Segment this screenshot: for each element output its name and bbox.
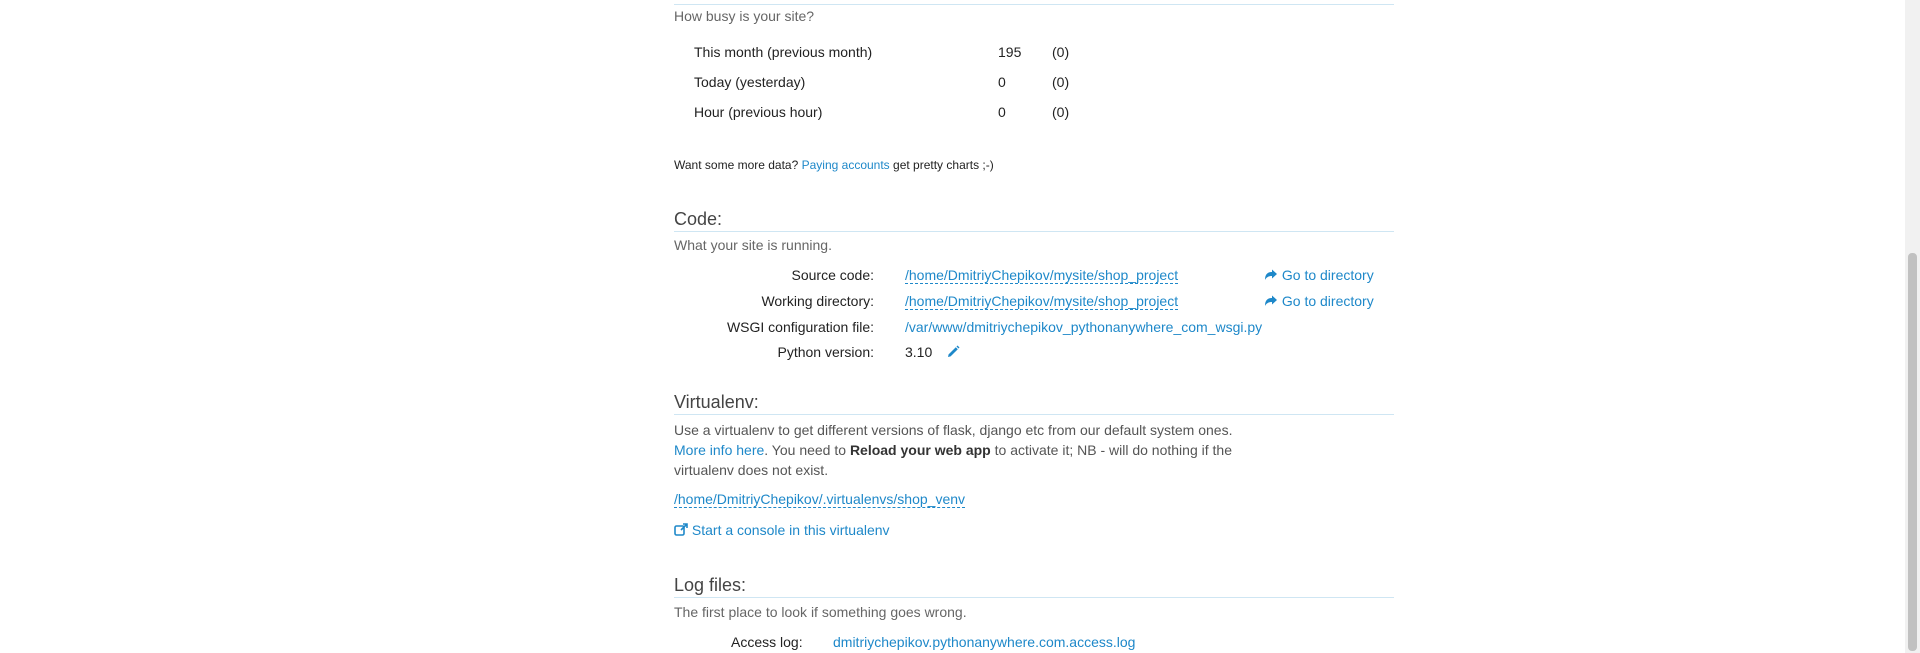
section-divider (674, 4, 1394, 5)
external-link-icon (674, 522, 692, 538)
virtualenv-heading: Virtualenv: (674, 392, 1394, 415)
traffic-row-value: 0 (998, 74, 1006, 90)
traffic-row-label: This month (previous month) (694, 44, 873, 60)
access-log-link[interactable]: dmitriychepikov.pythonanywhere.com.acces… (833, 634, 1135, 650)
traffic-row-value: 0 (998, 104, 1006, 120)
virtualenv-path[interactable]: /home/DmitriyChepikov/.virtualenvs/shop_… (674, 491, 966, 508)
more-data-prefix: Want some more data? (674, 158, 799, 172)
wsgi-config-value[interactable]: /var/www/dmitriychepikov_pythonanywhere_… (905, 319, 1262, 335)
scrollbar-thumb[interactable] (1908, 253, 1917, 651)
share-arrow-icon (1264, 293, 1282, 309)
python-version-text: 3.10 (905, 344, 933, 360)
traffic-row-prev: (0) (1052, 44, 1070, 60)
access-log-value[interactable]: dmitriychepikov.pythonanywhere.com.acces… (833, 634, 1135, 650)
virtualenv-desc-part2: . You need to (764, 442, 847, 458)
paying-accounts-link[interactable]: Paying accounts (802, 158, 890, 172)
pencil-icon[interactable] (946, 345, 960, 362)
virtualenv-path-link[interactable]: /home/DmitriyChepikov/.virtualenvs/shop_… (674, 491, 966, 508)
working-goto-label: Go to directory (1281, 293, 1374, 309)
source-code-path-link[interactable]: /home/DmitriyChepikov/mysite/shop_projec… (905, 267, 1179, 284)
access-log-label: Access log: (731, 634, 803, 650)
code-subtitle: What your site is running. (674, 237, 832, 253)
virtualenv-description: Use a virtualenv to get different versio… (674, 420, 1234, 480)
traffic-row-label: Hour (previous hour) (694, 104, 823, 120)
log-files-heading: Log files: (674, 575, 1394, 598)
source-goto-directory-link[interactable]: Go to directory (1264, 267, 1374, 283)
python-version-label: Python version: (777, 344, 875, 360)
traffic-row-label: Today (yesterday) (694, 74, 806, 90)
traffic-row-value: 195 (998, 44, 1022, 60)
page: How busy is your site? This month (previ… (0, 0, 1920, 653)
reload-web-app-text: Reload your web app (849, 442, 991, 458)
code-heading: Code: (674, 209, 1394, 232)
traffic-row-prev: (0) (1052, 104, 1070, 120)
python-version-value: 3.10 (905, 344, 960, 362)
traffic-row-prev: (0) (1052, 74, 1070, 90)
log-files-subtitle: The first place to look if something goe… (674, 604, 967, 620)
wsgi-config-label: WSGI configuration file: (726, 319, 874, 335)
start-console-link[interactable]: Start a console in this virtualenv (674, 522, 890, 538)
working-directory-value[interactable]: /home/DmitriyChepikov/mysite/shop_projec… (905, 293, 1179, 310)
share-arrow-icon (1264, 267, 1282, 283)
traffic-table: This month (previous month) 195 (0) Toda… (694, 44, 1094, 134)
source-code-label: Source code: (791, 267, 875, 283)
working-directory-path-link[interactable]: /home/DmitriyChepikov/mysite/shop_projec… (905, 293, 1179, 310)
source-goto-label: Go to directory (1281, 267, 1374, 283)
virtualenv-desc-part1: Use a virtualenv to get different versio… (674, 422, 1233, 438)
working-goto-directory-link[interactable]: Go to directory (1264, 293, 1374, 309)
traffic-question: How busy is your site? (674, 8, 815, 24)
log-files-section-heading: Log files: (674, 575, 1394, 598)
wsgi-config-file-link[interactable]: /var/www/dmitriychepikov_pythonanywhere_… (905, 319, 1262, 335)
code-section-heading: Code: (674, 209, 1394, 232)
virtualenv-section-heading: Virtualenv: (674, 392, 1394, 415)
more-data-suffix: get pretty charts ;-) (893, 158, 994, 172)
source-code-value[interactable]: /home/DmitriyChepikov/mysite/shop_projec… (905, 267, 1179, 284)
more-info-link[interactable]: More info here (674, 442, 764, 458)
start-console-label[interactable]: Start a console in this virtualenv (692, 522, 890, 538)
more-data-note: Want some more data? Paying accounts get… (674, 158, 994, 172)
working-directory-label: Working directory: (761, 293, 874, 309)
